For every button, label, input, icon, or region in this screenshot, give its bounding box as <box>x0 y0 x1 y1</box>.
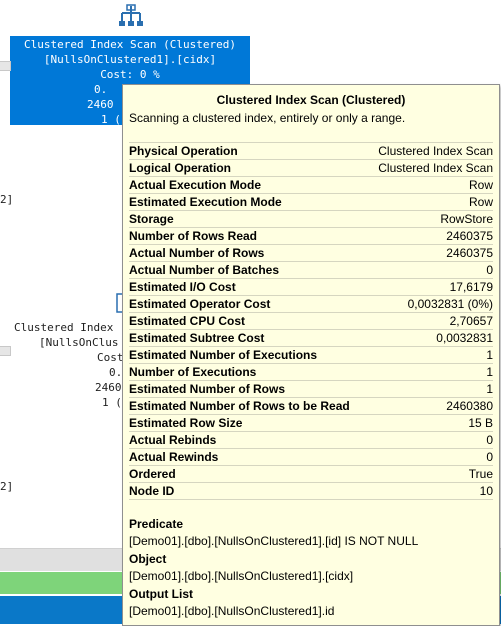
output-list-label: Output List <box>129 587 193 601</box>
property-key: Number of Rows Read <box>129 229 258 243</box>
plan-fragment: 2] <box>0 193 14 206</box>
object-label: Object <box>129 552 167 566</box>
property-row: Estimated Row Size 15 B <box>129 414 493 431</box>
property-row: Ordered True <box>129 465 493 482</box>
property-key: Estimated I/O Cost <box>129 280 236 294</box>
property-key: Actual Number of Batches <box>129 263 280 277</box>
property-row: Actual Execution Mode Row <box>129 176 493 193</box>
property-value: 2460375 <box>446 229 493 243</box>
property-row: Node ID 10 <box>129 482 493 500</box>
plan-node-2-rows: 2460 <box>95 381 122 394</box>
tooltip-properties: Physical Operation Clustered Index Scan L… <box>129 142 493 500</box>
plan-node-2-object: [NullsOnClus <box>39 336 119 349</box>
property-row: Actual Rewinds 0 <box>129 448 493 465</box>
property-value: 0,0032831 <box>436 331 493 345</box>
property-value: 1 <box>486 382 493 396</box>
property-value: Clustered Index Scan <box>378 161 493 175</box>
property-value: 2460375 <box>446 246 493 260</box>
property-row: Number of Rows Read 2460375 <box>129 227 493 244</box>
property-key: Estimated Operator Cost <box>129 297 271 311</box>
property-row: Estimated Subtree Cost 0,0032831 <box>129 329 493 346</box>
property-row: Estimated CPU Cost 2,70657 <box>129 312 493 329</box>
property-value: Row <box>468 195 493 209</box>
property-key: Logical Operation <box>129 161 232 175</box>
property-value: RowStore <box>440 212 493 226</box>
property-key: Physical Operation <box>129 144 238 158</box>
property-key: Node ID <box>129 484 175 498</box>
property-key: Estimated CPU Cost <box>129 314 246 328</box>
property-value: 2460380 <box>446 399 493 413</box>
tooltip-title: Clustered Index Scan (Clustered) <box>216 93 406 107</box>
property-row: Actual Rebinds 0 <box>129 431 493 448</box>
property-row: Estimated Execution Mode Row <box>129 193 493 210</box>
property-value: 15 B <box>468 416 493 430</box>
property-key: Ordered <box>129 467 176 481</box>
plan-arrow-stub-2 <box>0 346 11 356</box>
property-row: Actual Number of Batches 0 <box>129 261 493 278</box>
property-key: Storage <box>129 212 174 226</box>
property-key: Estimated Execution Mode <box>129 195 282 209</box>
plan-node-2-executions: 1 ( <box>102 396 122 409</box>
property-row: Actual Number of Rows 2460375 <box>129 244 493 261</box>
property-key: Estimated Number of Rows <box>129 382 286 396</box>
property-key: Actual Number of Rows <box>129 246 265 260</box>
object-value: [Demo01].[dbo].[NullsOnClustered1].[cidx… <box>129 569 354 583</box>
property-row: Estimated Operator Cost 0,0032831 (0%) <box>129 295 493 312</box>
property-key: Estimated Number of Executions <box>129 348 318 362</box>
plan-node-2-time: 0. <box>109 366 123 379</box>
plan-fragment-2: 2] <box>0 480 14 493</box>
node-object: [NullsOnClustered1].[cidx] <box>43 53 217 66</box>
plan-arrow-stub <box>0 61 11 71</box>
property-value: 0 <box>486 263 493 277</box>
property-key: Actual Rewinds <box>129 450 219 464</box>
property-key: Estimated Row Size <box>129 416 243 430</box>
property-value: 0 <box>486 433 493 447</box>
property-value: 1 <box>486 365 493 379</box>
property-row: Estimated I/O Cost 17,6179 <box>129 278 493 295</box>
property-value: 17,6179 <box>449 280 493 294</box>
property-value: True <box>468 467 493 481</box>
tooltip-description: Scanning a clustered index, entirely or … <box>129 111 406 125</box>
property-key: Estimated Number of Rows to be Read <box>129 399 350 413</box>
property-row: Storage RowStore <box>129 210 493 227</box>
property-value: 2,70657 <box>449 314 493 328</box>
predicate-value: [Demo01].[dbo].[NullsOnClustered1].[id] … <box>129 534 419 548</box>
property-value: 0,0032831 (0%) <box>407 297 493 311</box>
property-value: 1 <box>486 348 493 362</box>
node-title: Clustered Index Scan (Clustered) <box>24 38 236 51</box>
property-row: Estimated Number of Rows to be Read 24603… <box>129 397 493 414</box>
property-value: Clustered Index Scan <box>378 144 493 158</box>
output-list-value: [Demo01].[dbo].[NullsOnClustered1].id <box>129 604 335 618</box>
property-key: Actual Execution Mode <box>129 178 262 192</box>
property-row: Physical Operation Clustered Index Scan <box>129 142 493 159</box>
property-row: Logical Operation Clustered Index Scan <box>129 159 493 176</box>
property-row: Number of Executions 1 <box>129 363 493 380</box>
property-key: Actual Rebinds <box>129 433 217 447</box>
property-key: Estimated Subtree Cost <box>129 331 265 345</box>
operator-tooltip: Clustered Index Scan (Clustered) Scannin… <box>122 84 500 626</box>
property-row: Estimated Number of Rows 1 <box>129 380 493 397</box>
property-value: Row <box>468 178 493 192</box>
clustered-index-scan-icon[interactable] <box>117 3 145 29</box>
property-key: Number of Executions <box>129 365 257 379</box>
predicate-label: Predicate <box>129 517 184 531</box>
property-value: 10 <box>479 484 493 498</box>
tooltip-sections: Predicate [Demo01].[dbo].[NullsOnCluster… <box>129 516 493 621</box>
plan-node-2-cost: Cost <box>97 351 124 364</box>
property-value: 0 <box>486 450 493 464</box>
property-row: Estimated Number of Executions 1 <box>129 346 493 363</box>
plan-node-2-title: Clustered Index <box>14 321 114 334</box>
node-cost: Cost: 0 % <box>100 68 160 81</box>
